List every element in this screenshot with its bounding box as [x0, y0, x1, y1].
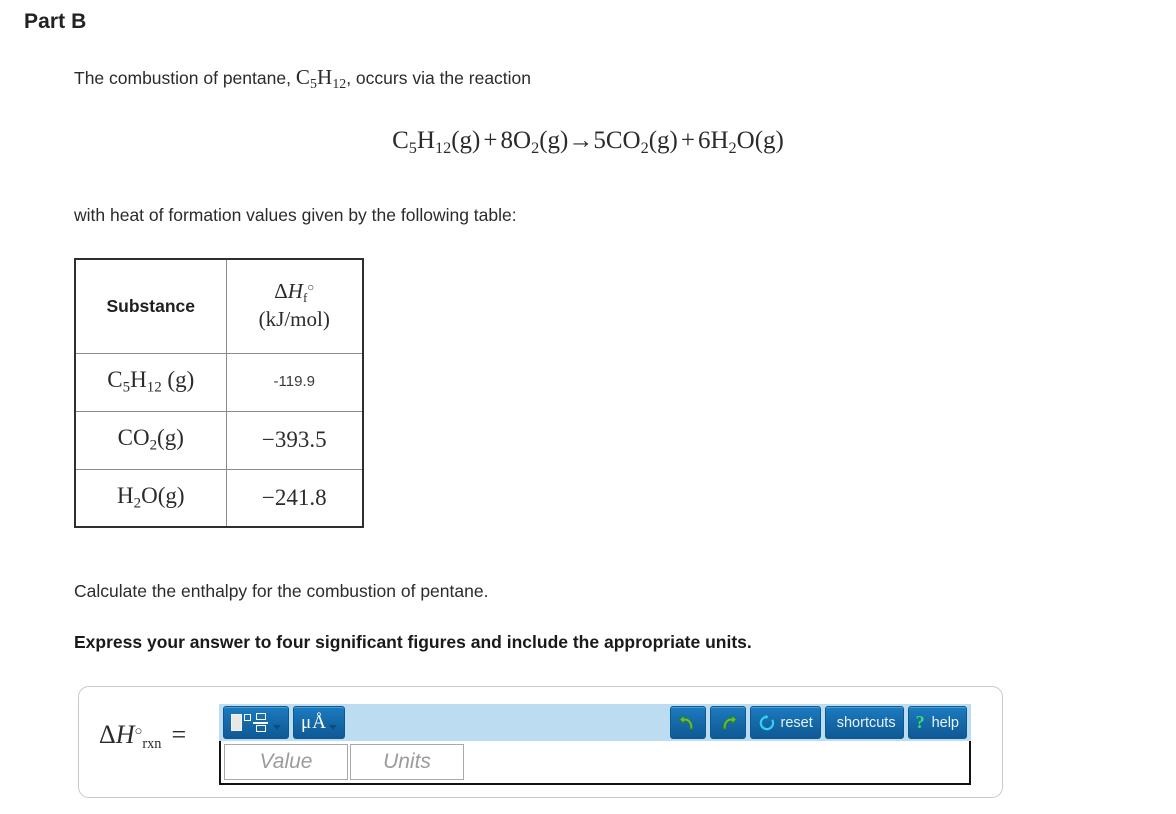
answer-input-area[interactable]: Value Units	[219, 741, 971, 785]
table-header-substance: Substance	[74, 258, 227, 354]
calculate-instruction-text: Calculate the enthalpy for the combustio…	[74, 581, 489, 601]
table-header-delta-h: ΔHf○ (kJ/mol)	[225, 258, 364, 354]
equation-product-2: 6H2O(g)	[697, 127, 784, 157]
problem-intro-text: The combustion of pentane, C5H12, occurs…	[74, 65, 531, 92]
units-angstrom-glyph: Å	[312, 712, 326, 733]
page-title: Part B	[24, 10, 87, 33]
pentane-formula: C5H12	[295, 65, 347, 91]
toolbar-right-group: reset shortcuts ? help	[668, 706, 969, 739]
units-icon: μÅ	[301, 713, 337, 732]
units-mu-glyph: μ	[301, 712, 312, 733]
equation-product-1: 5CO2(g)	[593, 127, 678, 157]
chevron-down-icon	[328, 725, 337, 730]
question-mark-icon: ?	[915, 712, 925, 732]
table-cell-substance: C5H12 (g)	[74, 352, 227, 412]
table-lead-text: with heat of formation values given by t…	[74, 205, 517, 225]
template-fraction-icon	[253, 713, 268, 732]
equation-plus-1: +	[483, 127, 498, 154]
math-editor: μÅ reset shortcuts ? help Value Units	[219, 704, 971, 785]
table-cell-value: -119.9	[225, 352, 364, 412]
value-input[interactable]: Value	[224, 744, 348, 780]
fraction-denominator-icon	[255, 725, 266, 732]
table-row: C5H12 (g) -119.9	[74, 352, 364, 412]
units-input[interactable]: Units	[350, 744, 464, 780]
redo-icon	[723, 714, 738, 729]
fraction-bar-icon	[253, 721, 268, 724]
equation-reactant-1: C5H12(g)	[392, 127, 481, 157]
fraction-numerator-icon	[255, 713, 266, 720]
reset-icon	[760, 714, 775, 730]
table-cell-substance: H2O(g)	[74, 468, 227, 528]
substance-water: H2O(g)	[116, 483, 185, 512]
template-box-icon	[231, 714, 242, 731]
shortcuts-label: shortcuts	[836, 714, 896, 731]
template-superscript-icon	[244, 714, 251, 721]
intro-text-before: The combustion of pentane,	[74, 68, 296, 88]
intro-text-after: , occurs via the reaction	[346, 68, 532, 88]
substance-pentane: C5H12 (g)	[107, 367, 195, 396]
chevron-down-icon	[273, 725, 281, 730]
delta-h-symbol: ΔHf○	[274, 279, 315, 306]
reset-button[interactable]: reset	[750, 706, 821, 739]
table-cell-substance: CO2(g)	[74, 410, 227, 470]
help-label: help	[931, 714, 959, 731]
express-answer-instruction-text: Express your answer to four significant …	[74, 632, 752, 652]
shortcuts-button[interactable]: shortcuts	[824, 706, 904, 739]
table-cell-value: −393.5	[225, 410, 364, 470]
help-button[interactable]: ? help	[907, 706, 967, 739]
template-icon	[231, 713, 281, 732]
table-row: H2O(g) −241.8	[74, 468, 364, 528]
equation-plus-2: +	[680, 127, 695, 154]
table-cell-value: −241.8	[225, 468, 364, 528]
equation-arrow-icon: →	[568, 127, 594, 154]
delta-h-units: (kJ/mol)	[258, 307, 330, 332]
editor-toolbar: μÅ reset shortcuts ? help	[219, 704, 971, 741]
reset-label: reset	[780, 714, 813, 731]
table-row: CO2(g) −393.5	[74, 410, 364, 470]
table-header-row: Substance ΔHf○ (kJ/mol)	[74, 258, 364, 354]
equation-reactant-2: 8O2(g)	[500, 127, 569, 157]
redo-button[interactable]	[710, 706, 747, 739]
problem-page: Part B The combustion of pentane, C5H12,…	[0, 0, 1176, 814]
heat-of-formation-table: Substance ΔHf○ (kJ/mol) C5H12 (g) -119.9	[74, 258, 364, 528]
undo-icon	[679, 714, 694, 729]
undo-button[interactable]	[670, 706, 707, 739]
answer-entry-panel: ΔH○rxn = μ Å reset shortcuts ? help Valu…	[78, 686, 1003, 798]
template-menu-button[interactable]	[223, 706, 289, 739]
substance-carbon-dioxide: CO2(g)	[117, 425, 184, 454]
answer-label: ΔH○rxn =	[99, 720, 187, 752]
units-menu-button[interactable]: μÅ	[293, 706, 345, 739]
toolbar-left-group: μÅ	[221, 706, 347, 739]
reaction-equation: C5H12(g) +8O2(g)→5CO2(g) +6H2O(g)	[0, 127, 1176, 158]
equals-sign: =	[171, 720, 187, 749]
